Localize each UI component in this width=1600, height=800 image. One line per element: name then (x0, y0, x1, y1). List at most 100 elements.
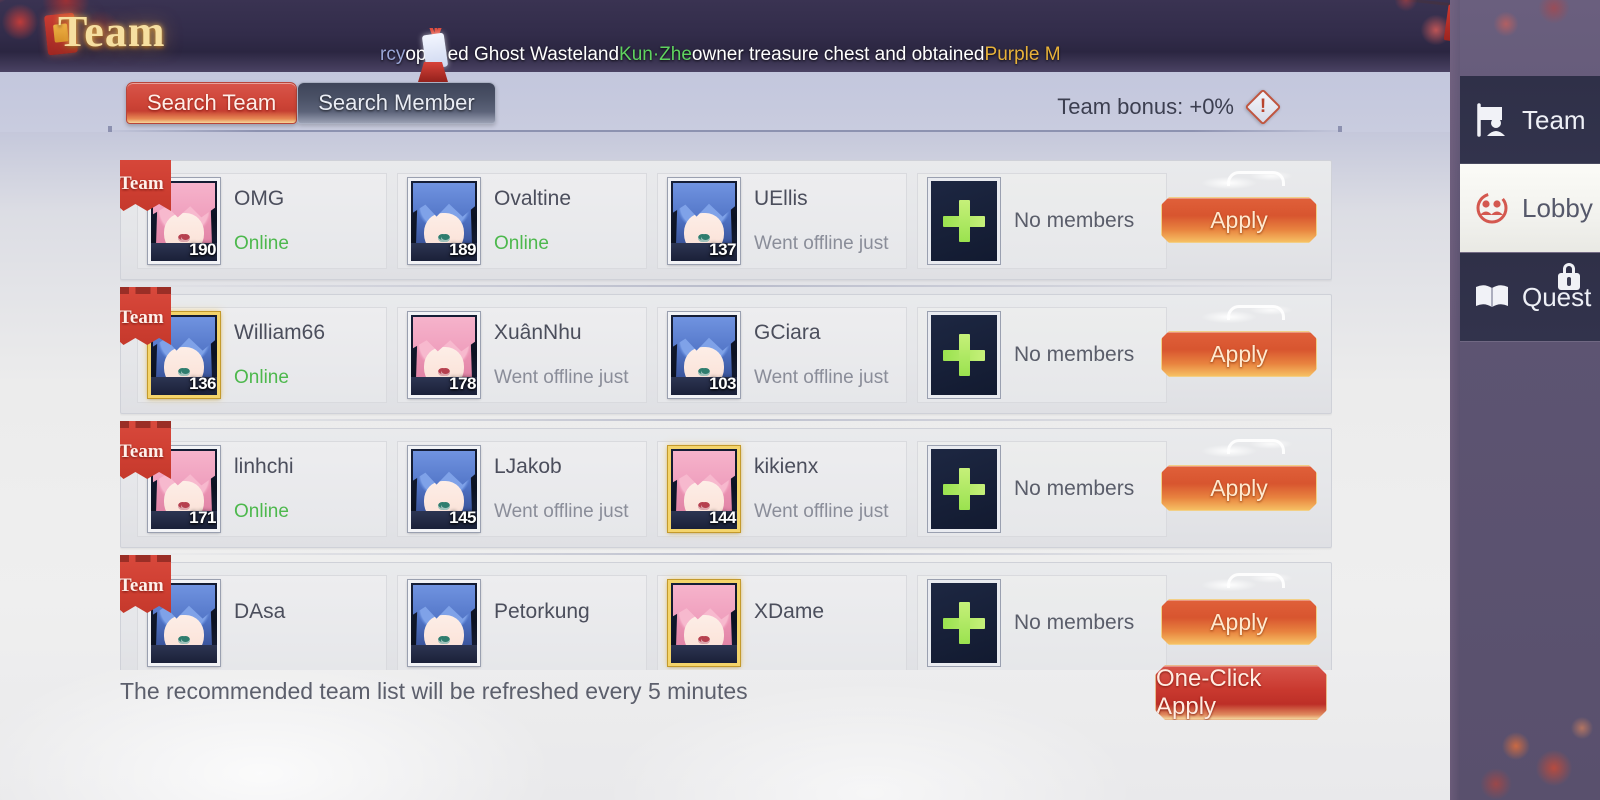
cloud-decoration (1199, 435, 1319, 461)
table-row[interactable]: Team 171 linhchi Online 145 LJakob Went … (120, 421, 1332, 555)
table-row[interactable]: Team 190 OMG Online 189 Ovaltine Online … (120, 160, 1332, 287)
add-member-button[interactable] (927, 177, 1001, 265)
member-name: Petorkung (494, 600, 590, 623)
member-slot[interactable]: 178 XuânNhu Went offline just (397, 307, 647, 403)
apply-button[interactable]: Apply (1161, 599, 1317, 645)
row-divider (121, 553, 1331, 555)
member-slot[interactable]: 136 William66 Online (137, 307, 387, 403)
member-slot[interactable]: 103 GCiara Went offline just (657, 307, 907, 403)
avatar: 178 (407, 311, 481, 399)
sidebar-item-team[interactable]: Team (1460, 76, 1600, 164)
member-slot[interactable]: 137 UEllis Went offline just (657, 173, 907, 269)
plus-icon-vertical (958, 602, 970, 644)
member-slot[interactable]: 171 linhchi Online (137, 441, 387, 537)
no-members-label: No members (1014, 611, 1135, 634)
team-flag-label: Team (120, 575, 164, 596)
avatar-level: 136 (189, 374, 216, 393)
member-status: Online (234, 501, 289, 522)
add-member-button[interactable] (927, 445, 1001, 533)
tab-bar: Search Team Search Member (126, 82, 496, 124)
member-status: Went offline just (494, 501, 629, 522)
member-slot[interactable]: Petorkung (397, 575, 647, 670)
team-bonus: Team bonus: +0% ! (1057, 88, 1282, 126)
no-members-label: No members (1014, 209, 1135, 232)
apply-button[interactable]: Apply (1161, 197, 1317, 243)
team-list[interactable]: Team 190 OMG Online 189 Ovaltine Online … (120, 160, 1332, 670)
sidebar-item-lobby[interactable]: Lobby (1460, 164, 1600, 252)
team-flag-label: Team (120, 441, 164, 462)
avatar: 103 (667, 311, 741, 399)
avatar-level: 103 (709, 374, 736, 393)
member-name: William66 (234, 321, 326, 344)
announcement-scroll-icon (410, 28, 466, 84)
member-slots: 190 OMG Online 189 Ovaltine Online 137 U… (137, 173, 1177, 269)
member-slot[interactable]: 189 Ovaltine Online (397, 173, 647, 269)
member-slot[interactable]: 145 LJakob Went offline just (397, 441, 647, 537)
flag-team-icon (1477, 103, 1505, 137)
sidebar-blossom-bottom-icon (1476, 676, 1600, 800)
team-flag-badge: Team (120, 160, 171, 211)
avatar: 145 (407, 445, 481, 533)
member-status: Online (234, 367, 289, 388)
refresh-note: The recommended team list will be refres… (120, 678, 748, 704)
sidebar-item-team-label: Team (1522, 104, 1586, 135)
sidebar-item-lobby-label: Lobby (1522, 192, 1593, 223)
add-member-button[interactable] (927, 579, 1001, 667)
plus-icon-vertical (958, 468, 970, 510)
member-name: Ovaltine (494, 187, 572, 210)
empty-member-slot[interactable]: No members (917, 441, 1167, 537)
avatar-level: 144 (709, 508, 736, 527)
member-slot[interactable]: 144 kikienx Went offline just (657, 441, 907, 537)
panel-header: Search Team Search Member Team bonus: +0… (0, 72, 1450, 136)
page-title: Team (58, 7, 166, 56)
avatar: 189 (407, 177, 481, 265)
member-name: XuânNhu (494, 321, 582, 344)
apply-button-label: Apply (1210, 340, 1268, 367)
apply-button[interactable]: Apply (1161, 331, 1317, 377)
plus-icon-vertical (958, 200, 970, 242)
cloud-decoration (1199, 301, 1319, 327)
avatar-level: 190 (189, 240, 216, 259)
member-slot[interactable]: DAsa (137, 575, 387, 670)
plus-icon-vertical (958, 334, 970, 376)
member-slot[interactable]: 190 OMG Online (137, 173, 387, 269)
tab-search-team-label: Search Team (147, 90, 277, 115)
member-status: Went offline just (754, 233, 889, 254)
game-screen: Team rcy opened Ghost Wasteland Kun·Zhe … (0, 0, 1600, 800)
book-quest-icon (1476, 285, 1508, 307)
member-name: XDame (754, 600, 825, 623)
sidebar-item-quest[interactable]: Quest (1460, 253, 1600, 341)
cloud-decoration (1199, 569, 1319, 595)
row-divider (121, 285, 1331, 287)
member-slots: 171 linhchi Online 145 LJakob Went offli… (137, 441, 1177, 537)
member-name: UEllis (754, 187, 808, 210)
team-bonus-label: Team bonus: +0% (1057, 94, 1234, 119)
team-flag-label: Team (120, 173, 164, 194)
avatar (407, 579, 481, 667)
row-divider (121, 419, 1331, 421)
empty-member-slot[interactable]: No members (917, 307, 1167, 403)
one-click-apply-button[interactable]: One-Click Apply (1155, 665, 1327, 720)
member-name: linhchi (234, 455, 294, 478)
sidebar-divider (1460, 341, 1600, 342)
member-slots: DAsa Petorkung XDame No members (137, 575, 1177, 670)
add-member-button[interactable] (927, 311, 1001, 399)
no-members-label: No members (1014, 343, 1135, 366)
apply-button-label: Apply (1210, 608, 1268, 635)
empty-member-slot[interactable]: No members (917, 173, 1167, 269)
apply-button[interactable]: Apply (1161, 465, 1317, 511)
table-row[interactable]: Team DAsa Petorkung XDame No members App… (120, 555, 1332, 670)
table-row[interactable]: Team 136 William66 Online 178 XuânNhu We… (120, 287, 1332, 421)
sidebar-edge (1450, 0, 1460, 800)
avatar: 144 (667, 445, 741, 533)
tab-search-member[interactable]: Search Member (297, 82, 496, 124)
tab-search-team[interactable]: Search Team (126, 82, 298, 124)
tab-search-member-label: Search Member (318, 90, 475, 115)
member-slots: 136 William66 Online 178 XuânNhu Went of… (137, 307, 1177, 403)
warning-icon[interactable]: ! (1244, 88, 1282, 126)
empty-member-slot[interactable]: No members (917, 575, 1167, 670)
member-status: Went offline just (754, 501, 889, 522)
group-lobby-icon (1476, 192, 1508, 224)
member-slot[interactable]: XDame (657, 575, 907, 670)
avatar-level: 137 (709, 240, 736, 259)
